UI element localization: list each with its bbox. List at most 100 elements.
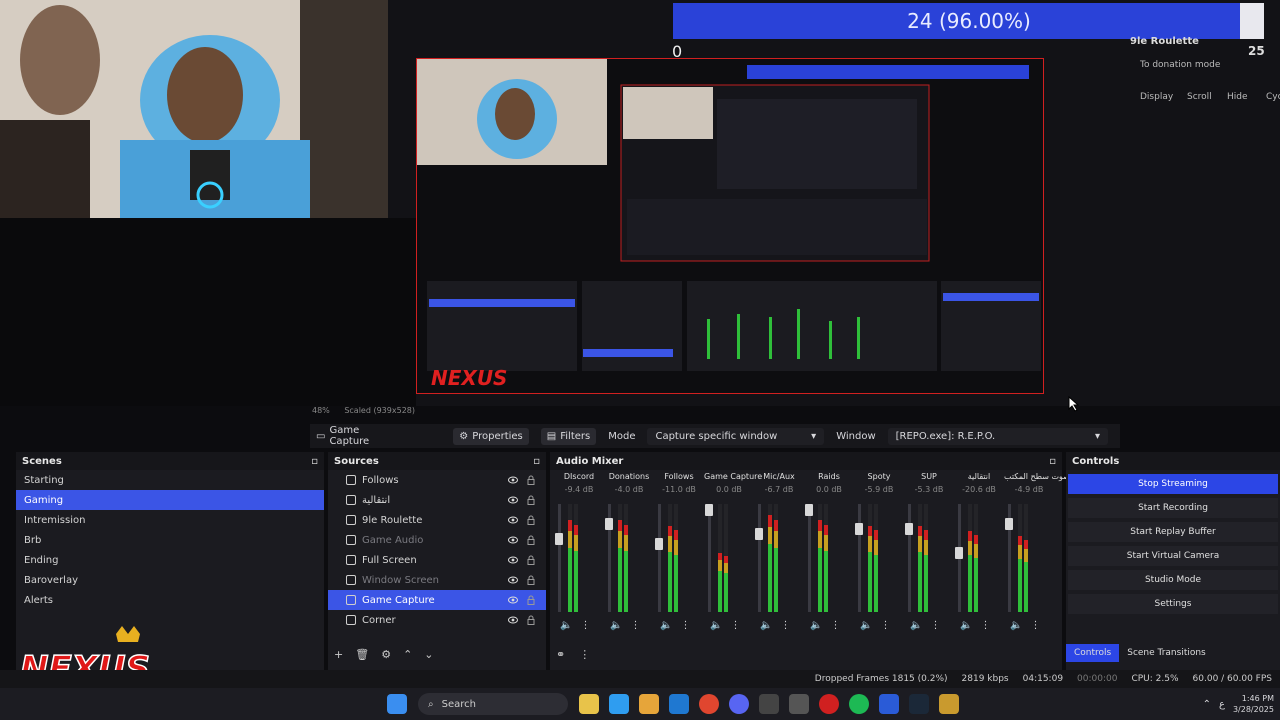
more-icon[interactable]: ⋮ [930, 620, 940, 631]
more-icon[interactable]: ⋮ [780, 620, 790, 631]
more-icon[interactable]: ⋮ [630, 620, 640, 631]
fader-knob[interactable] [755, 528, 763, 540]
undock-icon[interactable]: ▫ [533, 456, 540, 467]
scene-item[interactable]: Alerts [16, 590, 324, 610]
eye-icon[interactable] [508, 575, 518, 585]
volume-fader[interactable] [955, 504, 963, 612]
lock-icon[interactable] [526, 515, 536, 525]
link-icon[interactable]: ⚭ [556, 648, 565, 661]
eye-icon[interactable] [508, 555, 518, 565]
scene-item[interactable]: Baroverlay [16, 570, 324, 590]
lock-icon[interactable] [526, 575, 536, 585]
game-capture-preview[interactable]: NEXUS [416, 58, 1044, 394]
eye-icon[interactable] [508, 535, 518, 545]
filters-button[interactable]: ▤ Filters [540, 427, 597, 445]
lock-icon[interactable] [526, 615, 536, 625]
taskbar-search[interactable]: ⌕ Search [418, 693, 568, 715]
clock[interactable]: 1:46 PM 3/28/2025 [1233, 693, 1274, 715]
eye-icon[interactable] [508, 595, 518, 605]
eye-icon[interactable] [508, 495, 518, 505]
folder-icon[interactable] [639, 694, 659, 714]
tab-scene-transitions[interactable]: Scene Transitions [1119, 644, 1214, 662]
source-item[interactable]: Follows [328, 470, 546, 490]
chrome-icon[interactable] [699, 694, 719, 714]
roulette-display-button[interactable]: Display [1140, 92, 1173, 102]
speaker-icon[interactable]: 🔈 [710, 620, 722, 631]
source-item[interactable]: Game Audio [328, 530, 546, 550]
speaker-icon[interactable]: 🔈 [610, 620, 622, 631]
eye-icon[interactable] [508, 615, 518, 625]
start-virtual-camera-button[interactable]: Start Virtual Camera [1068, 546, 1278, 566]
start-recording-button[interactable]: Start Recording [1068, 498, 1278, 518]
source-item[interactable]: انتقالية [328, 490, 546, 510]
app-icon[interactable] [879, 694, 899, 714]
properties-button[interactable]: ⚙ Properties [453, 427, 529, 445]
steam-icon[interactable] [909, 694, 929, 714]
more-icon[interactable]: ⋮ [580, 620, 590, 631]
more-icon[interactable]: ⋮ [579, 648, 590, 661]
speaker-icon[interactable]: 🔈 [860, 620, 872, 631]
volume-fader[interactable] [655, 504, 663, 612]
add-icon[interactable]: + [334, 648, 343, 661]
edge-icon[interactable] [609, 694, 629, 714]
zoom-level[interactable]: 48% [312, 406, 330, 415]
volume-fader[interactable] [605, 504, 613, 612]
fader-knob[interactable] [605, 518, 613, 530]
roulette-hide-button[interactable]: Hide [1227, 92, 1248, 102]
speaker-icon[interactable]: 🔈 [660, 620, 672, 631]
window-select[interactable]: [REPO.exe]: R.E.P.O. ▾ [887, 427, 1109, 445]
move-down-icon[interactable]: ⌄ [424, 648, 433, 661]
lock-icon[interactable] [526, 475, 536, 485]
studio-mode-button[interactable]: Studio Mode [1068, 570, 1278, 590]
speaker-icon[interactable]: 🔈 [560, 620, 572, 631]
gear-icon[interactable]: ⚙ [381, 648, 391, 661]
more-icon[interactable]: ⋮ [680, 620, 690, 631]
more-icon[interactable]: ⋮ [980, 620, 990, 631]
github-icon[interactable] [789, 694, 809, 714]
fader-knob[interactable] [1005, 518, 1013, 530]
file-explorer-icon[interactable] [579, 694, 599, 714]
move-up-icon[interactable]: ⌃ [403, 648, 412, 661]
spotify-icon[interactable] [849, 694, 869, 714]
source-item[interactable]: Game Capture [328, 590, 546, 610]
keyboard-lang[interactable]: ع [1219, 699, 1225, 710]
fader-knob[interactable] [955, 547, 963, 559]
settings-button[interactable]: Settings [1068, 594, 1278, 614]
volume-fader[interactable] [1005, 504, 1013, 612]
scene-item[interactable]: Brb [16, 530, 324, 550]
mode-select[interactable]: Capture specific window ▾ [647, 427, 825, 445]
scene-item[interactable]: Intremission [16, 510, 324, 530]
speaker-icon[interactable]: 🔈 [810, 620, 822, 631]
tab-controls[interactable]: Controls [1066, 644, 1120, 662]
trash-icon[interactable]: 🗑 [355, 648, 369, 661]
donation-mode-button[interactable]: To donation mode [1140, 60, 1220, 70]
lock-icon[interactable] [526, 495, 536, 505]
speaker-icon[interactable]: 🔈 [910, 620, 922, 631]
speaker-icon[interactable]: 🔈 [760, 620, 772, 631]
start-replay-buffer-button[interactable]: Start Replay Buffer [1068, 522, 1278, 542]
fader-knob[interactable] [905, 523, 913, 535]
obs-icon[interactable] [819, 694, 839, 714]
volume-fader[interactable] [805, 504, 813, 612]
roulette-cycle-button[interactable]: Cycle [1266, 92, 1280, 102]
lock-icon[interactable] [526, 595, 536, 605]
lock-icon[interactable] [526, 555, 536, 565]
windows-start-icon[interactable] [387, 694, 407, 714]
speaker-icon[interactable]: 🔈 [1010, 620, 1022, 631]
more-icon[interactable]: ⋮ [730, 620, 740, 631]
lock-icon[interactable] [526, 535, 536, 545]
source-item[interactable]: 9le Roulette [328, 510, 546, 530]
stop-streaming-button[interactable]: Stop Streaming [1068, 474, 1278, 494]
more-icon[interactable]: ⋮ [1030, 620, 1040, 631]
chatgpt-icon[interactable] [759, 694, 779, 714]
volume-fader[interactable] [905, 504, 913, 612]
scene-item[interactable]: Ending [16, 550, 324, 570]
undock-icon[interactable]: ▫ [1049, 456, 1056, 467]
volume-fader[interactable] [705, 504, 713, 612]
fader-knob[interactable] [705, 504, 713, 516]
volume-fader[interactable] [555, 504, 563, 612]
source-item[interactable]: Corner [328, 610, 546, 630]
edge-browser-icon[interactable] [669, 694, 689, 714]
discord-icon[interactable] [729, 694, 749, 714]
speaker-icon[interactable]: 🔈 [960, 620, 972, 631]
